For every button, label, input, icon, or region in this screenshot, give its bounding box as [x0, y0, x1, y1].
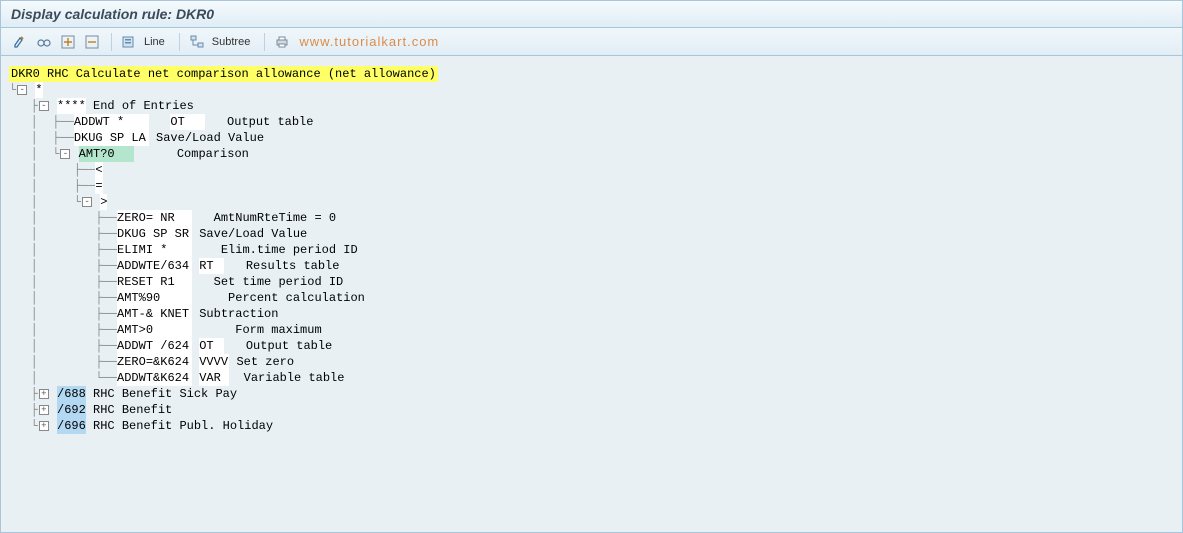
- leaf-code: ADDWT *: [74, 114, 149, 130]
- node-code: /688: [57, 386, 86, 402]
- tree-leaf[interactable]: │ ├──ZERO= NR AmtNumRteTime = 0: [9, 210, 1174, 226]
- toolbar: Line Subtree www.tutorialkart.com: [1, 28, 1182, 56]
- expander-icon[interactable]: -: [60, 149, 70, 159]
- tree-leaf-eq[interactable]: │ ├──=: [9, 178, 1174, 194]
- leaf-col: VVVV: [199, 354, 229, 370]
- separator: [111, 33, 112, 51]
- tree-node-688[interactable]: ├+ /688 RHC Benefit Sick Pay: [9, 386, 1174, 402]
- expander-icon[interactable]: +: [39, 405, 49, 415]
- leaf-desc: Save/Load Value: [156, 131, 264, 145]
- leaf-col: OT: [170, 114, 205, 130]
- tree-leaf[interactable]: │ ├──AMT>0 Form maximum: [9, 322, 1174, 338]
- node-code: /692: [57, 402, 86, 418]
- leaf-code: RESET R1: [117, 274, 192, 290]
- tree-leaf[interactable]: │ ├──ADDWT * OT Output table: [9, 114, 1174, 130]
- separator: [264, 33, 265, 51]
- expander-icon[interactable]: +: [39, 389, 49, 399]
- leaf-code: ADDWT&K624: [117, 370, 192, 386]
- leaf-code: ADDWTE/634: [117, 258, 192, 274]
- tree-leaf[interactable]: │ ├──AMT-& KNET Subtraction: [9, 306, 1174, 322]
- node-code: AMT?0: [79, 146, 134, 162]
- leaf-desc: Variable table: [244, 371, 345, 385]
- leaf-col: RT: [199, 258, 224, 274]
- tree-leaf[interactable]: │ ├──RESET R1 Set time period ID: [9, 274, 1174, 290]
- leaf-code: ADDWT /624: [117, 338, 192, 354]
- leaf-desc: Form maximum: [235, 323, 321, 337]
- leaf-desc: Set zero: [236, 355, 294, 369]
- tree-leaf[interactable]: │ ├──ADDWTE/634 RT Results table: [9, 258, 1174, 274]
- node-code: >: [100, 194, 107, 210]
- tree-leaf[interactable]: │ ├──DKUG SP LA Save/Load Value: [9, 130, 1174, 146]
- expander-icon[interactable]: -: [39, 101, 49, 111]
- leaf-code: ELIMI *: [117, 242, 192, 258]
- tree-leaf[interactable]: │ ├──ADDWT /624 OT Output table: [9, 338, 1174, 354]
- node-desc: RHC Benefit: [93, 403, 172, 417]
- leaf-desc: Subtraction: [199, 307, 278, 321]
- leaf-code: AMT>0: [117, 322, 192, 338]
- tree-node-696[interactable]: └+ /696 RHC Benefit Publ. Holiday: [9, 418, 1174, 434]
- tree-node-692[interactable]: ├+ /692 RHC Benefit: [9, 402, 1174, 418]
- leaf-desc: Output table: [246, 339, 332, 353]
- leaf-desc: Elim.time period ID: [221, 243, 358, 257]
- line-icon[interactable]: [118, 32, 140, 52]
- leaf-desc: Output table: [227, 115, 313, 129]
- leaf-desc: Results table: [246, 259, 340, 273]
- leaf-col: VAR: [199, 370, 229, 386]
- leaf-desc: Percent calculation: [228, 291, 365, 305]
- tree-leaf[interactable]: │ └──ADDWT&K624 VAR Variable table: [9, 370, 1174, 386]
- leaf-code: ZERO=&K624: [117, 354, 192, 370]
- leaf-code: DKUG SP LA: [74, 130, 149, 146]
- tree-node-end-of-entries[interactable]: ├- **** End of Entries: [9, 98, 1174, 114]
- node-desc: RHC Benefit Publ. Holiday: [93, 419, 273, 433]
- leaf-code: <: [95, 162, 102, 178]
- leaf-code: DKUG SP SR: [117, 226, 192, 242]
- node-code: ****: [57, 98, 86, 114]
- tree-node-star[interactable]: └- *: [9, 82, 1174, 98]
- node-desc: Comparison: [177, 147, 249, 161]
- expander-icon[interactable]: -: [82, 197, 92, 207]
- page-title: Display calculation rule: DKR0: [1, 1, 1182, 28]
- subtree-icon[interactable]: [186, 32, 208, 52]
- line-button-label[interactable]: Line: [144, 36, 165, 48]
- leaf-desc: AmtNumRteTime = 0: [214, 211, 336, 225]
- node-desc: RHC Benefit Sick Pay: [93, 387, 237, 401]
- node-code: /696: [57, 418, 86, 434]
- leaf-desc: Set time period ID: [214, 275, 344, 289]
- change-display-icon[interactable]: [9, 32, 31, 52]
- leaf-col: OT: [199, 338, 224, 354]
- tree-leaf[interactable]: │ ├──ELIMI * Elim.time period ID: [9, 242, 1174, 258]
- tree-leaf[interactable]: │ ├──DKUG SP SR Save/Load Value: [9, 226, 1174, 242]
- leaf-code: AMT-& KNET: [117, 306, 192, 322]
- glasses-icon[interactable]: [33, 32, 55, 52]
- subtree-button-label[interactable]: Subtree: [212, 36, 251, 48]
- expander-icon[interactable]: +: [39, 421, 49, 431]
- tree-node-gt[interactable]: │ └- >: [9, 194, 1174, 210]
- watermark-text: www.tutorialkart.com: [299, 34, 439, 49]
- tree-leaf[interactable]: │ ├──AMT%90 Percent calculation: [9, 290, 1174, 306]
- root-label: DKR0 RHC Calculate net comparison allowa…: [9, 66, 438, 82]
- node-code: *: [35, 82, 42, 98]
- tree-container: DKR0 RHC Calculate net comparison allowa…: [1, 56, 1182, 531]
- leaf-code: ZERO= NR: [117, 210, 192, 226]
- node-desc: End of Entries: [93, 99, 194, 113]
- tree-root[interactable]: DKR0 RHC Calculate net comparison allowa…: [9, 66, 1174, 82]
- leaf-code: =: [95, 178, 102, 194]
- collapse-icon[interactable]: [81, 32, 103, 52]
- separator: [179, 33, 180, 51]
- expander-icon[interactable]: -: [17, 85, 27, 95]
- leaf-desc: Save/Load Value: [199, 227, 307, 241]
- print-icon[interactable]: [271, 32, 293, 52]
- tree-leaf[interactable]: │ ├──ZERO=&K624 VVVV Set zero: [9, 354, 1174, 370]
- tree-leaf-lt[interactable]: │ ├──<: [9, 162, 1174, 178]
- expand-icon[interactable]: [57, 32, 79, 52]
- tree-node-amt-comparison[interactable]: │ └- AMT?0 Comparison: [9, 146, 1174, 162]
- leaf-code: AMT%90: [117, 290, 192, 306]
